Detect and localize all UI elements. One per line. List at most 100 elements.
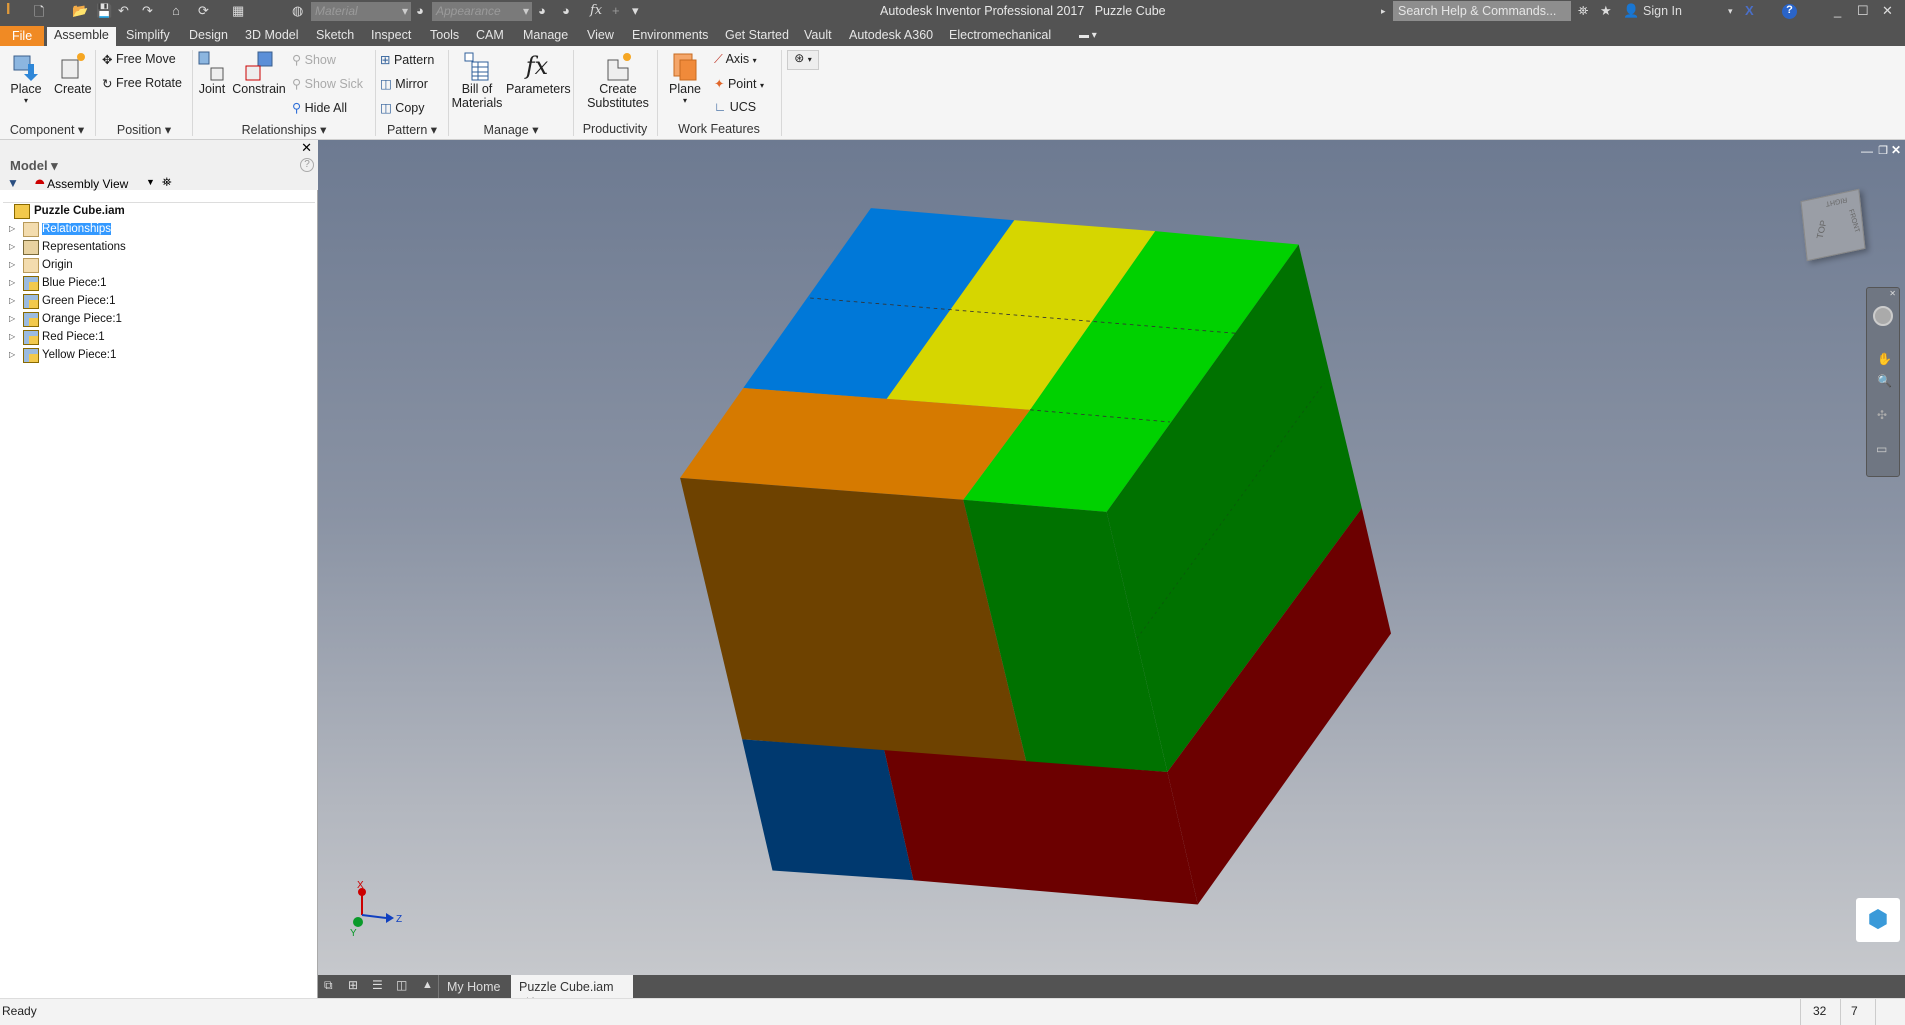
puzzle-cube-model[interactable] (318, 140, 1905, 975)
assembly-view-dropdown[interactable]: ⯊ Assembly View (35, 177, 128, 192)
sign-in-button[interactable]: Sign In (1643, 4, 1682, 18)
exchange-apps-icon[interactable]: X (1745, 3, 1754, 18)
viewport-minimize-icon[interactable]: — (1861, 144, 1873, 158)
orbit-icon[interactable]: ✣ (1877, 408, 1887, 422)
help-icon[interactable]: ? (1782, 4, 1797, 19)
group-pattern[interactable]: Pattern ▾ (376, 122, 448, 137)
copy-button[interactable]: ◫ Copy (380, 100, 424, 115)
tab-view[interactable]: View (580, 27, 621, 43)
viewcube-top-label[interactable]: TOP (1815, 219, 1829, 239)
adjust-appearance-icon[interactable]: ◕ (538, 3, 546, 18)
nav-bar-close-icon[interactable]: ✕ (1889, 289, 1896, 298)
view-dropdown-icon[interactable]: ▼ (146, 177, 155, 187)
tab-inspect[interactable]: Inspect (364, 27, 418, 43)
pan-hand-icon[interactable]: ✋ (1877, 352, 1892, 366)
browser-help-icon[interactable]: ? (300, 158, 314, 172)
redo-icon[interactable]: ↷ (142, 3, 153, 19)
mirror-button[interactable]: ◫ Mirror (380, 76, 428, 91)
tab-tools[interactable]: Tools (423, 27, 466, 43)
tab-list-icon[interactable]: ▲ (422, 979, 433, 991)
filter-icon[interactable]: ▼ (7, 176, 19, 190)
maximize-window-icon[interactable]: ☐ (1857, 3, 1869, 19)
point-button[interactable]: ✦ Point ▾ (714, 76, 764, 91)
ribbon-overflow-dropdown[interactable]: ⊛ ▾ (787, 50, 819, 70)
parameters-button[interactable]: fx Parameters (506, 50, 571, 96)
constrain-button[interactable]: Constrain (232, 50, 286, 96)
tab-autodesk-a360[interactable]: Autodesk A360 (842, 27, 940, 43)
group-manage[interactable]: Manage ▾ (449, 122, 573, 137)
steering-wheel-icon[interactable] (1873, 306, 1893, 326)
tab-get-started[interactable]: Get Started (718, 27, 796, 43)
update-icon[interactable]: ⟳ (198, 3, 209, 19)
look-at-icon[interactable]: ▭ (1876, 442, 1887, 456)
ribbon-display-toggle[interactable]: ▬ ▾ (1072, 29, 1104, 42)
tab-puzzle-cube[interactable]: Puzzle Cube.iam ✕ (511, 975, 633, 1009)
clear-appearance-icon[interactable]: ◕ (562, 3, 570, 18)
show-button[interactable]: ⚲ Show (292, 52, 336, 67)
create-component-button[interactable]: Create (54, 50, 92, 96)
tile-vertical-icon[interactable]: ◫ (396, 978, 407, 992)
expand-icon[interactable]: ▷ (9, 332, 15, 341)
favorites-star-icon[interactable]: ★ (1600, 3, 1612, 19)
viewport-close-icon[interactable]: ✕ (1891, 143, 1901, 157)
communication-icon[interactable]: ⛯ (1578, 3, 1588, 19)
sign-in-dropdown-icon[interactable]: ▾ (1728, 6, 1733, 17)
tab-sketch[interactable]: Sketch (309, 27, 361, 43)
open-icon[interactable]: 📂 (72, 3, 88, 19)
plus-icon[interactable]: + (612, 3, 620, 18)
tab-my-home[interactable]: My Home (447, 980, 500, 994)
select-icon[interactable]: ▦ (232, 3, 244, 19)
expand-icon[interactable]: ▷ (9, 296, 15, 305)
free-rotate-button[interactable]: ↻ Free Rotate (102, 76, 182, 91)
cascade-windows-icon[interactable]: ⧉ (324, 978, 333, 993)
expand-icon[interactable]: ▷ (9, 242, 15, 251)
group-position[interactable]: Position ▾ (96, 122, 192, 137)
group-component[interactable]: Component ▾ (0, 122, 94, 137)
zoom-icon[interactable]: 🔍 (1877, 374, 1892, 388)
tab-simplify[interactable]: Simplify (119, 27, 177, 43)
tab-design[interactable]: Design (182, 27, 235, 43)
appearance-dropdown[interactable]: Appearance ▾ (432, 2, 532, 21)
expand-icon[interactable]: ▷ (9, 260, 15, 269)
tab-vault[interactable]: Vault (797, 27, 839, 43)
group-relationships[interactable]: Relationships ▾ (193, 122, 375, 137)
tab-environments[interactable]: Environments (625, 27, 715, 43)
axis-button[interactable]: ⟋ Axis ▾ (714, 52, 757, 67)
tab-assemble[interactable]: Assemble (47, 27, 116, 46)
viewcube[interactable]: TOP RIGHT FRONT (1800, 188, 1866, 262)
tile-horizontal-icon[interactable]: ☰ (372, 978, 383, 992)
show-sick-button[interactable]: ⚲ Show Sick (292, 76, 363, 91)
minimize-window-icon[interactable]: _ (1834, 3, 1841, 18)
bill-of-materials-button[interactable]: Bill of Materials (450, 50, 504, 110)
viewport-restore-icon[interactable]: ❐ (1878, 144, 1888, 157)
tab-cam[interactable]: CAM (469, 27, 511, 43)
new-file-icon[interactable]: 🗋 (34, 3, 44, 25)
fx-icon[interactable]: fx (590, 3, 602, 18)
free-move-button[interactable]: ✥ Free Move (102, 52, 176, 67)
graphics-viewport[interactable]: — ❐ ✕ TOP RIGHT FRONT ✕ ✋ 🔍 ✣ ▭ ⬢ X Z Y (318, 140, 1905, 975)
tab-file[interactable]: File (0, 26, 45, 46)
expand-icon[interactable]: ▷ (9, 224, 15, 233)
expand-icon[interactable]: ▷ (9, 350, 15, 359)
tile-windows-icon[interactable]: ⊞ (348, 978, 358, 992)
tab-manage[interactable]: Manage (516, 27, 575, 43)
tab-3d-model[interactable]: 3D Model (238, 27, 306, 43)
customize-icon[interactable]: ▾ (632, 3, 639, 19)
save-icon[interactable]: 💾 (96, 3, 112, 19)
material-dropdown[interactable]: Material ▾ (311, 2, 411, 21)
expand-icon[interactable]: ▷ (9, 314, 15, 323)
help-search-input[interactable]: Search Help & Commands... (1393, 1, 1571, 21)
hide-all-button[interactable]: ⚲ Hide All (292, 100, 347, 115)
ucs-button[interactable]: ∟ UCS (714, 100, 756, 114)
browser-title-dropdown[interactable]: Model ▾ (10, 158, 58, 174)
tab-electromechanical[interactable]: Electromechanical (942, 27, 1058, 43)
plane-button[interactable]: Plane ▾ (664, 50, 706, 105)
close-browser-icon[interactable]: ✕ (301, 140, 312, 156)
share-view-button[interactable]: ⬢ (1856, 898, 1900, 942)
undo-icon[interactable]: ↶ (118, 3, 129, 19)
close-window-icon[interactable]: ✕ (1882, 3, 1893, 19)
pattern-button[interactable]: ⊞ Pattern (380, 52, 434, 67)
joint-button[interactable]: Joint (196, 50, 228, 96)
create-substitutes-button[interactable]: Create Substitutes (580, 50, 656, 110)
viewcube-right-label[interactable]: RIGHT (1825, 196, 1847, 208)
